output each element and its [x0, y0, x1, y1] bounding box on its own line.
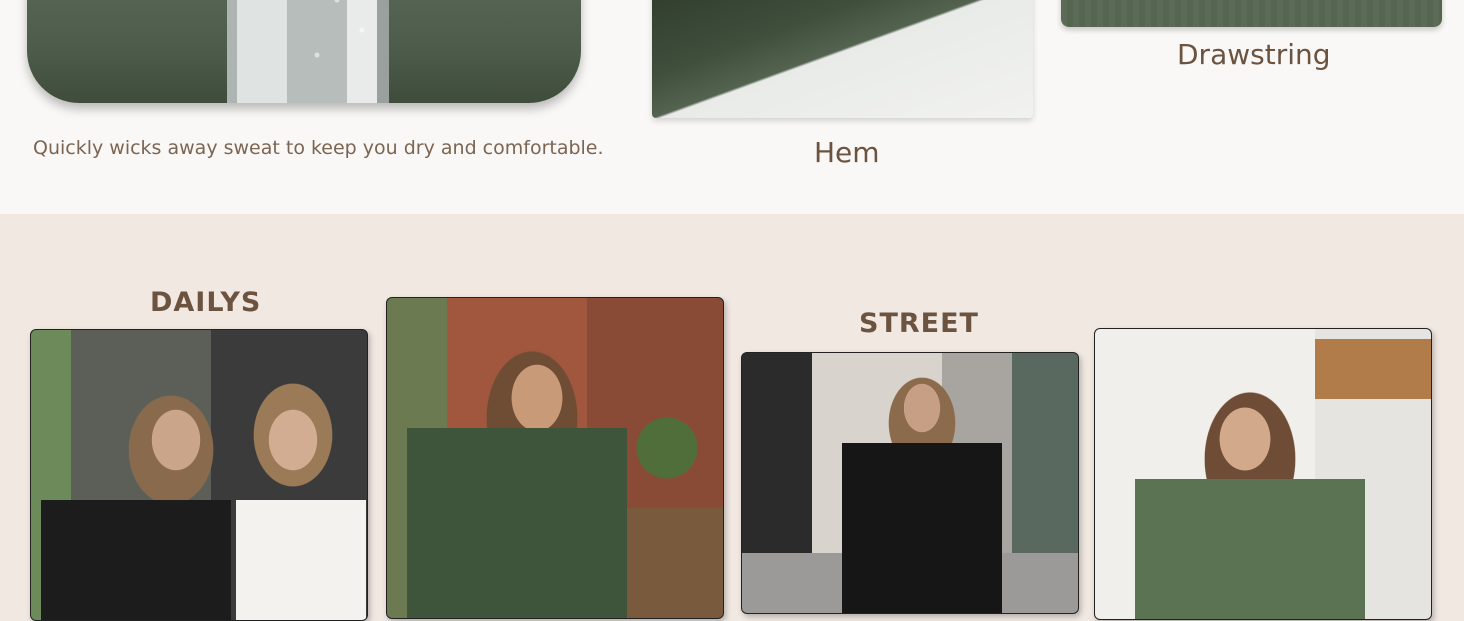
hem-detail-image — [652, 0, 1033, 118]
street-heading: STREET — [859, 308, 979, 339]
drawstring-detail-image — [1061, 0, 1442, 27]
fabric-wicking-image — [27, 0, 581, 103]
dailys-heading: DAILYS — [150, 287, 262, 318]
dailys-photo — [30, 329, 368, 621]
street-photo — [741, 352, 1079, 614]
kitchen-photo — [1094, 328, 1432, 620]
drawstring-label: Drawstring — [1177, 38, 1331, 71]
hem-label: Hem — [814, 136, 880, 169]
wicking-caption: Quickly wicks away sweat to keep you dry… — [33, 137, 604, 159]
features-section: Quickly wicks away sweat to keep you dry… — [0, 0, 1464, 214]
cafe-photo — [386, 297, 724, 619]
